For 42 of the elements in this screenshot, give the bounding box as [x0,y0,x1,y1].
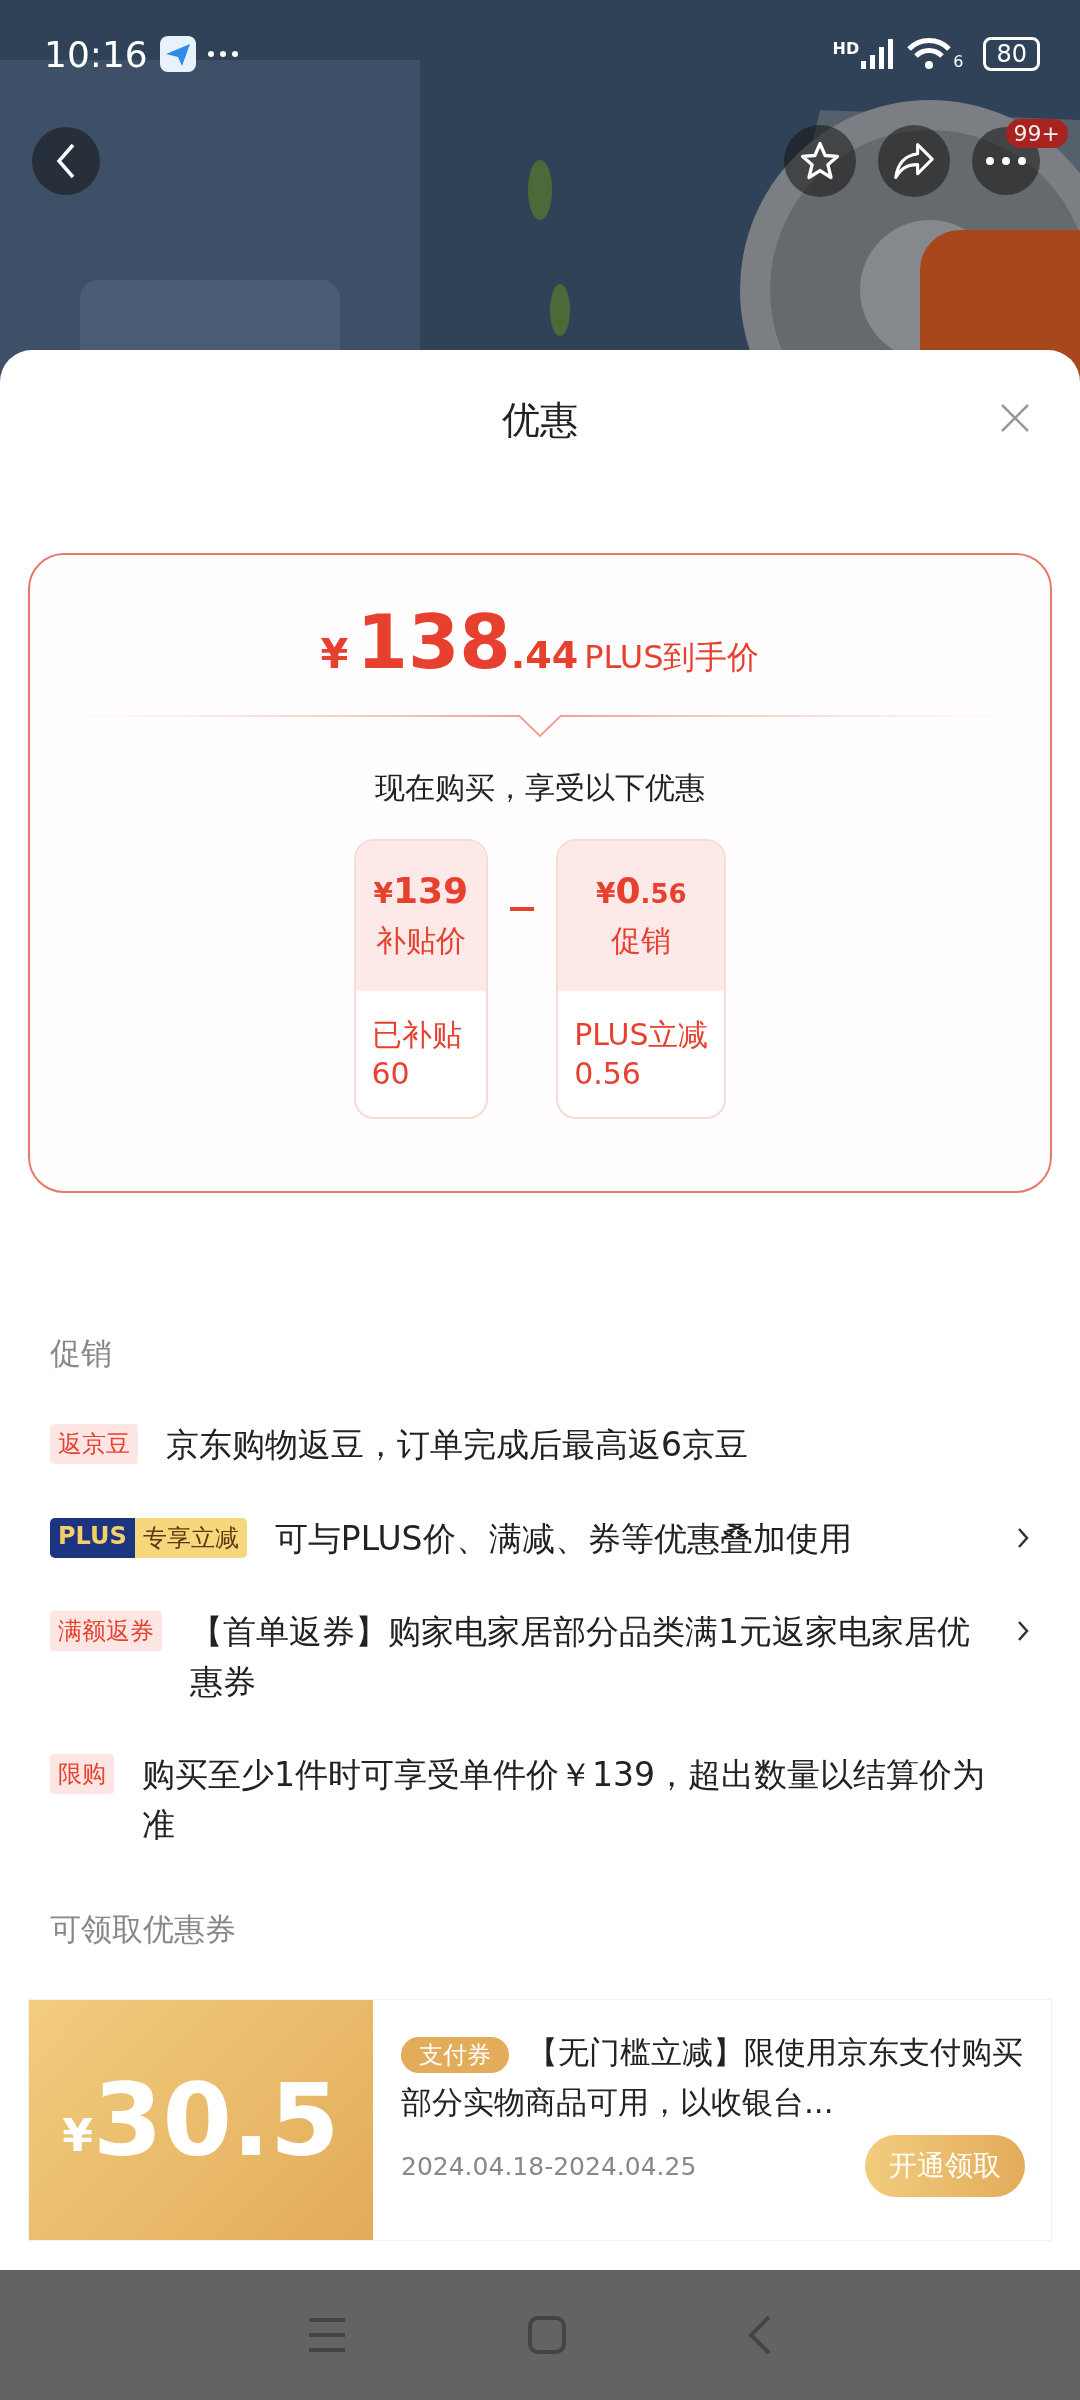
more-icon [986,157,1026,165]
breakdown-detail: 0.56 [574,1055,642,1093]
wifi-band-label: 6 [953,52,964,71]
offer-subtitle: 现在购买，享受以下优惠 [375,769,705,807]
coupon-currency: ¥ [62,2109,93,2161]
promo-text: 【首单返券】购家电家居部分品类满1元返家电家居优惠券 [190,1611,971,1703]
promo-text: 购买至少1件时可享受单件价￥139，超出数量以结算价为准 [142,1754,986,1846]
currency-symbol: ¥ [320,631,349,677]
coupon-amount: 30.5 [92,2061,340,2179]
breakdown-label: 补贴价 [375,922,466,960]
sheet-title: 优惠 [502,396,578,444]
paper-plane-icon [159,36,196,72]
claim-button[interactable]: 开通领取 [865,2135,1025,2198]
final-price: 138 [356,605,511,679]
network-type-label: HD [832,39,860,58]
chevron-right-icon[interactable] [1016,1619,1030,1643]
status-time: 10:16 [44,33,148,75]
price-decimal: .44 [510,633,579,677]
breakdown-price: ¥0.56 [596,870,687,911]
promo-text: 京东购物返豆，订单完成后最高返6京豆 [166,1424,749,1466]
section-title: 可领取优惠券 [50,1910,237,1949]
promo-tag: 满额返券 [50,1611,162,1651]
breakdown-detail: PLUS立减 [574,1016,709,1054]
coupon-description: 支付券 【无门槛立减】限使用京东支付购买部分实物商品可用，以收银台... [401,2033,1024,2122]
promo-tag: 限购 [50,1754,114,1794]
section-title: 促销 [50,1334,113,1373]
coupon-dates: 2024.04.18-2024.04.25 [401,2151,697,2181]
price-label: PLUS到手价 [584,637,760,678]
breakdown-detail: 已补贴 [371,1016,463,1054]
more-notifications-icon [207,51,238,57]
close-icon [1000,403,1030,433]
promo-text: 可与PLUS价、满减、券等优惠叠加使用 [274,1517,853,1560]
share-icon [892,141,936,181]
close-button[interactable] [1000,403,1030,433]
promo-tag: 返京豆 [50,1424,138,1464]
breakdown-label: 促销 [611,922,672,960]
breakdown-detail: 60 [371,1055,411,1093]
signal-icon [861,39,896,69]
wifi-icon [907,37,952,71]
breakdown-price: ¥139 [373,870,469,911]
minus-icon [510,907,535,911]
battery-level: 80 [983,37,1040,71]
